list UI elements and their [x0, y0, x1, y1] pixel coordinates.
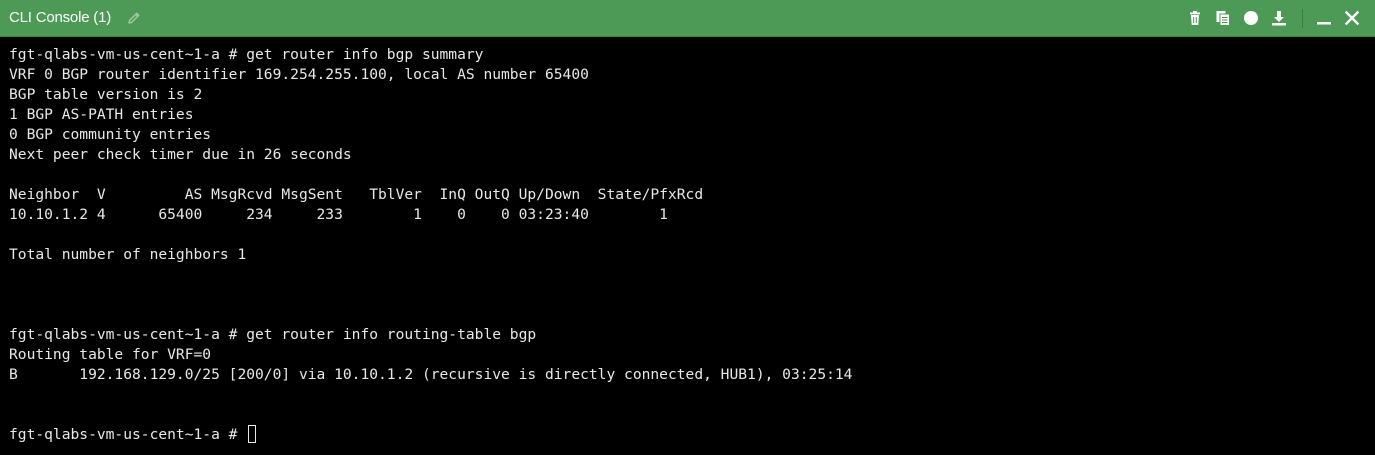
- terminal-line: 1 BGP AS-PATH entries: [9, 105, 1366, 125]
- window-title: CLI Console (1): [9, 9, 112, 26]
- cli-console-window: CLI Console (1) fgt-qlabs-vm-us-cent~1-a…: [0, 0, 1375, 455]
- terminal-line-text: B 192.168.129.0/25 [200/0] via 10.10.1.2…: [9, 366, 853, 383]
- terminal-line: Next peer check timer due in 26 seconds: [9, 145, 1366, 165]
- record-icon[interactable]: [1243, 10, 1259, 26]
- terminal-line: Routing table for VRF=0: [9, 345, 1366, 365]
- pencil-icon[interactable]: [126, 10, 142, 26]
- text-cursor[interactable]: [248, 425, 257, 443]
- terminal-line-text: 10.10.1.2 4 65400 234 233 1 0 0 03:23:40…: [9, 206, 668, 223]
- terminal-line: fgt-qlabs-vm-us-cent~1-a # get router in…: [9, 45, 1366, 65]
- terminal-line: VRF 0 BGP router identifier 169.254.255.…: [9, 65, 1366, 85]
- terminal-line: 10.10.1.2 4 65400 234 233 1 0 0 03:23:40…: [9, 205, 1366, 225]
- terminal-line-text: fgt-qlabs-vm-us-cent~1-a # get router in…: [9, 46, 484, 63]
- terminal-line: B 192.168.129.0/25 [200/0] via 10.10.1.2…: [9, 365, 1366, 385]
- terminal-line: BGP table version is 2: [9, 85, 1366, 105]
- terminal-line-text: Total number of neighbors 1: [9, 246, 247, 263]
- terminal-line-text: Neighbor V AS MsgRcvd MsgSent TblVer InQ…: [9, 186, 704, 203]
- terminal-line-text: Next peer check timer due in 26 seconds: [9, 146, 352, 163]
- terminal-line: Total number of neighbors 1: [9, 245, 1366, 265]
- terminal-line: fgt-qlabs-vm-us-cent~1-a #: [9, 425, 1366, 445]
- terminal-line-text: Routing table for VRF=0: [9, 346, 212, 363]
- minimize-icon[interactable]: [1316, 10, 1332, 26]
- terminal-line-text: 1 BGP AS-PATH entries: [9, 106, 194, 123]
- trash-icon[interactable]: [1187, 10, 1203, 26]
- copy-icon[interactable]: [1215, 10, 1231, 26]
- titlebar: CLI Console (1): [0, 0, 1375, 37]
- terminal-line: Neighbor V AS MsgRcvd MsgSent TblVer InQ…: [9, 185, 1366, 205]
- terminal-output[interactable]: fgt-qlabs-vm-us-cent~1-a # get router in…: [0, 37, 1375, 455]
- terminal-line-text: fgt-qlabs-vm-us-cent~1-a #: [9, 426, 247, 443]
- terminal-line: 0 BGP community entries: [9, 125, 1366, 145]
- download-icon[interactable]: [1271, 10, 1287, 26]
- terminal-line-text: 0 BGP community entries: [9, 126, 212, 143]
- close-icon[interactable]: [1344, 10, 1360, 26]
- toolbar-separator: [1302, 9, 1303, 28]
- terminal-line-text: VRF 0 BGP router identifier 169.254.255.…: [9, 66, 589, 83]
- terminal-line-text: fgt-qlabs-vm-us-cent~1-a # get router in…: [9, 326, 537, 343]
- terminal-line: fgt-qlabs-vm-us-cent~1-a # get router in…: [9, 325, 1366, 345]
- terminal-line-text: BGP table version is 2: [9, 86, 203, 103]
